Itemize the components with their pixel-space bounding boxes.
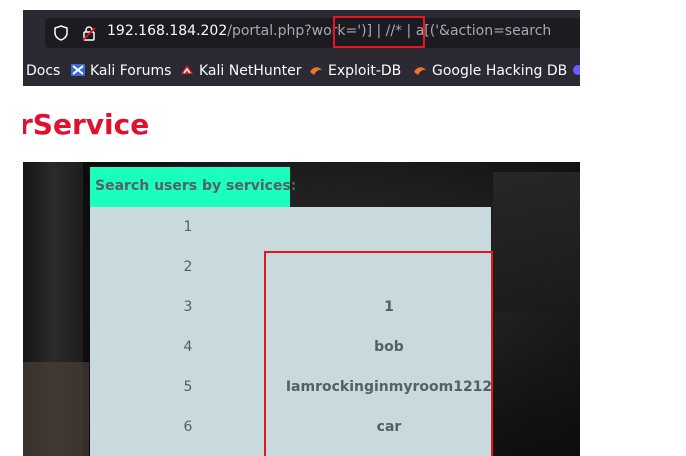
search-header: Search users by services:: [90, 167, 296, 207]
bookmark-overflow[interactable]: [571, 63, 580, 79]
bookmark-exploit-db[interactable]: Exploit-DB: [309, 63, 401, 79]
bookmark-label: Google Hacking DB: [432, 63, 568, 79]
ghdb-icon: [414, 67, 426, 75]
background-image: [493, 172, 580, 312]
row-number: 2: [183, 259, 193, 275]
bookmark-docs[interactable]: Docs: [26, 63, 60, 79]
url-host: 192.168.184.202: [107, 23, 228, 39]
url-text[interactable]: 192.168.184.202/portal.php?work=')] | //…: [107, 23, 551, 39]
shield-icon[interactable]: [53, 25, 69, 41]
results-highlight-box: [264, 251, 493, 456]
bookmark-google-hacking-db[interactable]: Google Hacking DB: [413, 63, 567, 79]
bookmarks-bar: Docs Kali Forums Kali NetHunter Exploit-…: [23, 58, 580, 86]
site-brand[interactable]: rService: [23, 108, 149, 141]
url-highlight-box: [333, 16, 425, 48]
browser-window: 192.168.184.202/portal.php?work=')] | //…: [23, 0, 580, 456]
bookmark-label: Docs: [26, 63, 61, 79]
bookmark-label: Exploit-DB: [328, 63, 402, 79]
row-number: 3: [183, 299, 193, 315]
search-header-label: Search users by services:: [95, 178, 297, 194]
row-number: 6: [183, 419, 193, 435]
background-image: [23, 362, 89, 456]
bookmark-kali-forums[interactable]: Kali Forums: [71, 63, 171, 79]
toolbar: 192.168.184.202/portal.php?work=')] | //…: [23, 10, 580, 58]
bookmark-label: Kali Forums: [90, 63, 172, 79]
row-number: 1: [183, 219, 193, 235]
url-bar[interactable]: 192.168.184.202/portal.php?work=')] | //…: [45, 18, 580, 48]
bookmark-icon: [573, 65, 580, 75]
page-content: rService Search users by services: 1 2 3…: [23, 86, 580, 456]
lock-warning-icon[interactable]: [81, 25, 97, 41]
row-number: 5: [183, 379, 193, 395]
row-number: 4: [183, 339, 193, 355]
bookmark-label: Kali NetHunter: [199, 63, 302, 79]
bookmark-kali-nethunter[interactable]: Kali NetHunter: [180, 63, 301, 79]
exploit-db-icon: [310, 67, 322, 75]
kali-nethunter-icon: [181, 65, 193, 74]
kali-forums-icon: [71, 64, 85, 76]
